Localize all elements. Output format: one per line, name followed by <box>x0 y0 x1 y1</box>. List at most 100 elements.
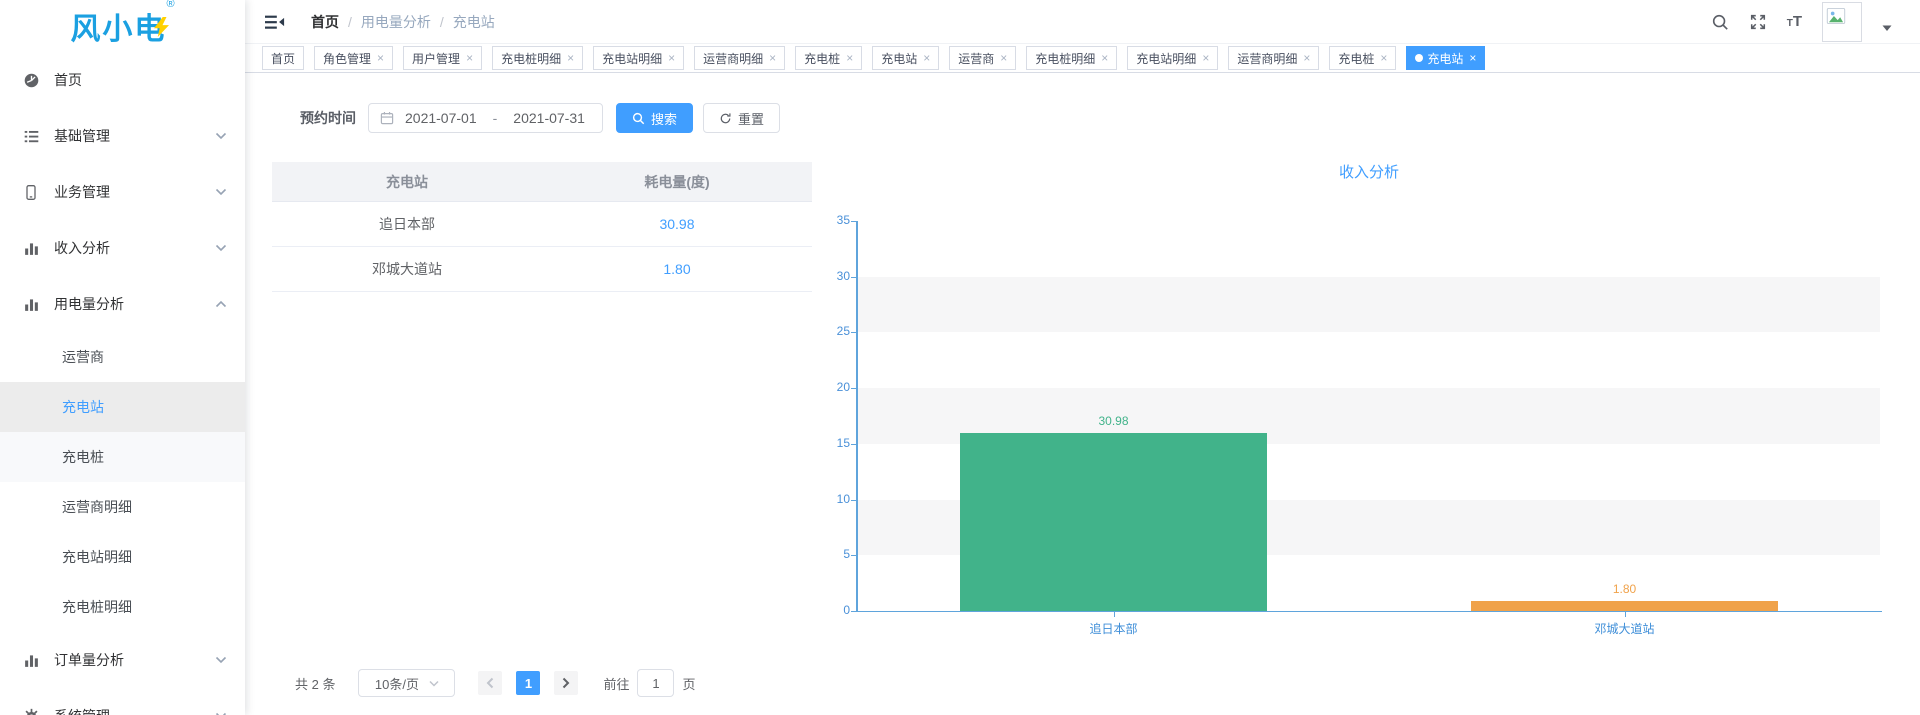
tab-close-icon[interactable]: × <box>769 52 776 64</box>
sidebar-item-operator-detail[interactable]: 运营商明细 <box>0 482 245 532</box>
tab-close-icon[interactable]: × <box>1000 52 1007 64</box>
x-axis-category-label: 追日本部 <box>1089 620 1137 637</box>
sidebar-item-business-mgmt[interactable]: 业务管理 <box>0 164 245 220</box>
tab-label: 充电站明细 <box>1136 50 1196 67</box>
sidebar-item-system-mgmt[interactable]: 系统管理 <box>0 688 245 715</box>
sidebar-item-charging-pile[interactable]: 充电桩 <box>0 432 245 482</box>
tab-close-icon[interactable]: × <box>668 52 675 64</box>
tab-close-icon[interactable]: × <box>377 52 384 64</box>
revenue-analysis-chart: 收入分析 3530252015105030.98追日本部1.80邓城大道站 <box>820 73 1890 715</box>
table-body: 追日本部30.98邓城大道站1.80 <box>272 202 812 292</box>
tab-5[interactable]: 运营商明细× <box>694 46 785 70</box>
logo-text: 风小电 <box>70 13 166 46</box>
sidebar-subitem-label: 充电站 <box>62 397 104 417</box>
tab-close-icon[interactable]: × <box>1202 52 1209 64</box>
date-end-value: 2021-07-31 <box>513 110 585 126</box>
x-axis-line <box>856 611 1882 612</box>
chevron-right-icon <box>561 677 571 689</box>
mobile-icon <box>22 183 40 201</box>
page-size-select[interactable]: 10条/页 <box>358 669 455 697</box>
breadcrumb-home[interactable]: 首页 <box>311 12 339 32</box>
goto-label: 前往 <box>603 674 629 693</box>
sidebar-item-label: 业务管理 <box>54 182 110 202</box>
tab-close-icon[interactable]: × <box>846 52 853 64</box>
tab-close-icon[interactable]: × <box>1380 52 1387 64</box>
tab-label: 充电站明细 <box>602 50 662 67</box>
sidebar-item-charging-station[interactable]: 充电站 <box>0 382 245 432</box>
main-content: 预约时间 2021-07-01 - 2021-07-31 搜索 重置 充电站 <box>245 73 1920 715</box>
sidebar-item-revenue-analysis[interactable]: 收入分析 <box>0 220 245 276</box>
y-axis-tick-label: 10 <box>820 492 850 506</box>
goto-page-input[interactable] <box>637 669 674 697</box>
tab-label: 用户管理 <box>412 50 460 67</box>
tab-close-icon[interactable]: × <box>923 52 930 64</box>
tab-2[interactable]: 用户管理 × <box>403 46 482 70</box>
y-axis-tick <box>851 555 856 556</box>
tab-8[interactable]: 运营商 × <box>949 46 1016 70</box>
sidebar-item-operator[interactable]: 运营商 <box>0 332 245 382</box>
caret-down-icon[interactable] <box>1882 25 1892 32</box>
search-button[interactable]: 搜索 <box>616 103 693 133</box>
tab-10[interactable]: 充电站明细 × <box>1127 46 1218 70</box>
sidebar-item-basic-mgmt[interactable]: 基础管理 <box>0 108 245 164</box>
tab-7[interactable]: 充电站× <box>872 46 939 70</box>
tab-3[interactable]: 充电桩明细× <box>492 46 583 70</box>
sidebar-item-label: 系统管理 <box>54 706 110 715</box>
sidebar-item-charging-pile-detail[interactable]: 充电桩明细 <box>0 582 245 632</box>
total-count-label: 共 2 条 <box>295 674 335 693</box>
tab-label: 运营商 <box>958 50 994 67</box>
bar-chart-icon <box>22 651 40 669</box>
tags-view-bar: 首页角色管理×用户管理×充电桩明细×充电站明细×运营商明细×充电桩×充电站×运营… <box>245 44 1920 73</box>
prev-page-button[interactable] <box>478 671 502 695</box>
tab-1[interactable]: 角色管理 × <box>314 46 393 70</box>
chevron-up-icon <box>215 300 227 308</box>
app-logo[interactable]: 风小电® <box>0 0 245 52</box>
breadcrumb-current: 充电站 <box>453 12 495 32</box>
breadcrumb: 首页 / 用电量分析 / 充电站 <box>311 12 495 32</box>
y-axis-tick-label: 5 <box>820 547 850 561</box>
sidebar-subitem-label: 充电站明细 <box>62 547 132 567</box>
avatar[interactable] <box>1822 2 1862 42</box>
sidebar-item-label: 收入分析 <box>54 238 110 258</box>
fullscreen-icon[interactable] <box>1749 13 1767 31</box>
tab-4[interactable]: 充电站明细 × <box>593 46 684 70</box>
tab-close-icon[interactable]: × <box>1303 52 1310 64</box>
bar-zhuiri-headquarters <box>960 433 1267 611</box>
x-axis-tick <box>1625 612 1626 617</box>
tab-11[interactable]: 运营商明细× <box>1228 46 1319 70</box>
sidebar-item-home[interactable]: 首页 <box>0 52 245 108</box>
filter-label: 预约时间 <box>300 108 356 128</box>
sidebar-item-charging-station-detail[interactable]: 充电站明细 <box>0 532 245 582</box>
active-tab-dot-icon <box>1415 54 1423 62</box>
font-size-icon[interactable]: TT <box>1787 13 1802 30</box>
lightning-bolt-icon <box>154 17 169 42</box>
logo-registered-mark: ® <box>166 0 174 10</box>
page-number-1[interactable]: 1 <box>516 671 540 695</box>
search-icon[interactable] <box>1711 13 1729 31</box>
tab-close-icon[interactable]: × <box>466 52 473 64</box>
sidebar-item-power-usage-analysis[interactable]: 用电量分析 <box>0 276 245 332</box>
consumption-value-link[interactable]: 1.80 <box>542 261 812 277</box>
tab-close-icon[interactable]: × <box>567 52 574 64</box>
consumption-value-link[interactable]: 30.98 <box>542 216 812 232</box>
sidebar-item-order-volume-analysis[interactable]: 订单量分析 <box>0 632 245 688</box>
tab-9[interactable]: 充电桩明细× <box>1026 46 1117 70</box>
tab-13-active[interactable]: 充电站× <box>1406 46 1485 70</box>
broken-image-icon <box>1826 6 1846 26</box>
filter-row: 预约时间 2021-07-01 - 2021-07-31 搜索 重置 <box>300 103 780 133</box>
tab-6[interactable]: 充电桩× <box>795 46 862 70</box>
tab-label: 角色管理 <box>323 50 371 67</box>
next-page-button[interactable] <box>554 671 578 695</box>
tab-0[interactable]: 首页 <box>262 46 304 70</box>
tab-close-icon[interactable]: × <box>1469 52 1476 64</box>
topbar-actions: TT <box>1711 2 1920 42</box>
tab-12[interactable]: 充电桩× <box>1329 46 1396 70</box>
search-icon <box>632 112 645 125</box>
breadcrumb-section: 用电量分析 <box>361 12 431 32</box>
reset-button[interactable]: 重置 <box>703 103 780 133</box>
sidebar-fold-icon[interactable] <box>265 13 285 31</box>
sidebar-item-label: 基础管理 <box>54 126 110 146</box>
date-range-input[interactable]: 2021-07-01 - 2021-07-31 <box>368 103 603 133</box>
tab-close-icon[interactable]: × <box>1101 52 1108 64</box>
chart-title: 收入分析 <box>858 161 1880 182</box>
